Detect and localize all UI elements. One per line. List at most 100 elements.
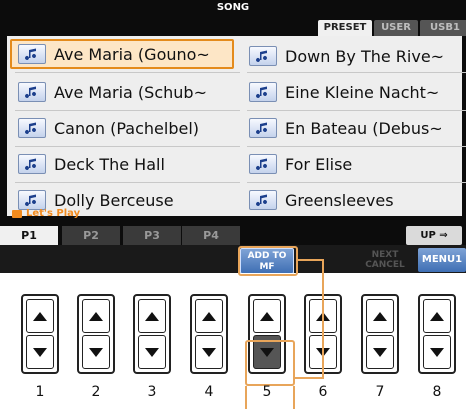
song-item-greensleeves[interactable]: Greensleeves — [243, 185, 466, 215]
highlight-box-button-5 — [245, 340, 295, 386]
next-cancel-button[interactable]: NEXT CANCEL — [360, 250, 410, 272]
song-label: Ave Maria (Schub~ — [54, 82, 207, 102]
button-group-7 — [361, 294, 399, 374]
page-tab-p3[interactable]: P3 — [123, 226, 181, 245]
divider — [247, 182, 466, 183]
button-number-6: 6 — [318, 384, 328, 400]
music-note-icon — [249, 118, 277, 138]
song-list-panel: Ave Maria (Gouno~ Ave Maria (Schub~ Cano… — [7, 36, 466, 216]
up-button-7[interactable] — [366, 299, 394, 333]
divider — [15, 110, 240, 111]
song-label: Eine Kleine Nacht~ — [285, 82, 440, 102]
down-button-4[interactable] — [195, 335, 223, 369]
up-arrow-icon — [430, 311, 444, 321]
divider — [247, 146, 466, 147]
lcd-screen: SONG PRESET USER USB1 Ave Maria (Gouno~ … — [0, 0, 466, 273]
current-folder: Let's Play — [12, 208, 80, 219]
song-item-down-by-the-riverside[interactable]: Down By The Rive~ — [243, 41, 466, 71]
up-arrow-icon — [145, 311, 159, 321]
up-button[interactable]: UP ⇒ — [406, 226, 462, 245]
music-note-icon — [18, 82, 46, 102]
button-group-8 — [418, 294, 456, 374]
callout-line — [245, 386, 247, 409]
callout-line — [298, 259, 324, 261]
up-button-3[interactable] — [138, 299, 166, 333]
music-note-icon — [249, 190, 277, 210]
song-label: Ave Maria (Gouno~ — [54, 44, 210, 64]
down-arrow-icon — [33, 347, 47, 357]
button-number-3: 3 — [147, 384, 157, 400]
music-note-icon — [18, 190, 46, 210]
down-button-2[interactable] — [82, 335, 110, 369]
song-label: En Bateau (Debus~ — [285, 118, 443, 138]
song-label: Deck The Hall — [54, 154, 165, 174]
song-item-eine-kleine-nachtmusik[interactable]: Eine Kleine Nacht~ — [243, 77, 466, 107]
button-number-5: 5 — [262, 384, 272, 400]
down-arrow-icon — [89, 347, 103, 357]
song-label: Dolly Berceuse — [54, 190, 174, 210]
button-number-2: 2 — [91, 384, 101, 400]
music-note-icon — [18, 118, 46, 138]
next-label: NEXT — [371, 250, 399, 260]
menu1-button[interactable]: MENU1 — [418, 248, 466, 272]
button-group-1 — [21, 294, 59, 374]
up-button-5[interactable] — [253, 299, 281, 333]
divider — [247, 110, 466, 111]
down-button-3[interactable] — [138, 335, 166, 369]
song-item-deck-the-hall[interactable]: Deck The Hall — [12, 149, 236, 179]
song-item-for-elise[interactable]: For Elise — [243, 149, 466, 179]
up-arrow-icon — [260, 311, 274, 321]
button-number-7: 7 — [375, 384, 385, 400]
up-arrow-icon — [33, 311, 47, 321]
song-item-en-bateau[interactable]: En Bateau (Debus~ — [243, 113, 466, 143]
button-group-4 — [190, 294, 228, 374]
down-arrow-icon — [373, 347, 387, 357]
screen-title: SONG — [216, 2, 250, 13]
down-arrow-icon — [430, 347, 444, 357]
up-button-4[interactable] — [195, 299, 223, 333]
cancel-label: CANCEL — [365, 260, 405, 270]
down-arrow-icon — [202, 347, 216, 357]
song-label: Canon (Pachelbel) — [54, 118, 200, 138]
divider — [15, 182, 240, 183]
button-number-1: 1 — [35, 384, 45, 400]
callout-line — [322, 259, 324, 379]
song-item-ave-maria-gounod[interactable]: Ave Maria (Gouno~ — [10, 39, 234, 69]
button-number-8: 8 — [432, 384, 442, 400]
tab-usb1[interactable]: USB1 — [420, 20, 466, 36]
page-tab-p4[interactable]: P4 — [182, 226, 240, 245]
folder-label: Let's Play — [26, 208, 81, 219]
divider — [15, 146, 240, 147]
page-tab-p1[interactable]: P1 — [0, 226, 58, 245]
tab-user[interactable]: USER — [374, 20, 418, 36]
down-button-1[interactable] — [26, 335, 54, 369]
music-note-icon — [249, 82, 277, 102]
down-arrow-icon — [145, 347, 159, 357]
page-tab-p2[interactable]: P2 — [62, 226, 120, 245]
music-note-icon — [18, 44, 46, 64]
music-note-icon — [249, 46, 277, 66]
button-group-2 — [77, 294, 115, 374]
up-arrow-icon — [373, 311, 387, 321]
tab-preset[interactable]: PRESET — [318, 20, 372, 36]
song-item-ave-maria-schubert[interactable]: Ave Maria (Schub~ — [12, 77, 236, 107]
song-label: Greensleeves — [285, 190, 394, 210]
down-button-7[interactable] — [366, 335, 394, 369]
up-arrow-icon — [89, 311, 103, 321]
divider — [247, 72, 466, 73]
button-group-3 — [133, 294, 171, 374]
down-button-8[interactable] — [423, 335, 451, 369]
music-note-icon — [18, 154, 46, 174]
divider — [15, 72, 240, 73]
song-label: For Elise — [285, 154, 353, 174]
song-label: Down By The Rive~ — [285, 46, 445, 66]
up-button-2[interactable] — [82, 299, 110, 333]
up-button-1[interactable] — [26, 299, 54, 333]
callout-line — [293, 386, 295, 409]
up-arrow-icon — [202, 311, 216, 321]
song-item-canon[interactable]: Canon (Pachelbel) — [12, 113, 236, 143]
music-note-icon — [249, 154, 277, 174]
up-button-8[interactable] — [423, 299, 451, 333]
highlight-box-add-to-mf — [238, 246, 298, 276]
button-number-4: 4 — [204, 384, 214, 400]
